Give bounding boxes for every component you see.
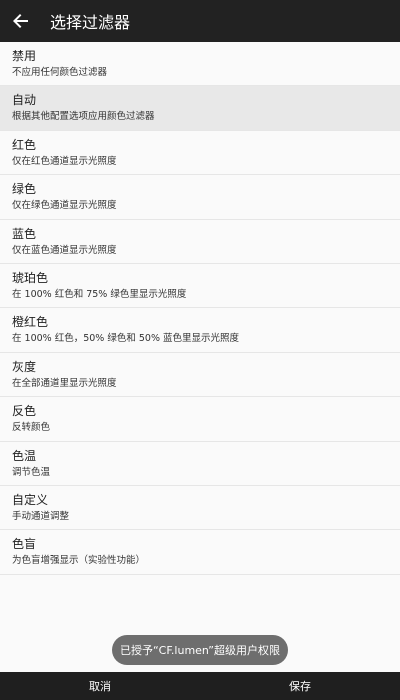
- filter-title: 灰度: [12, 359, 37, 374]
- filter-list: 禁用 不应用任何颜色过滤器 自动 根据其他配置选项应用颜色过滤器 红色 仅在红色…: [0, 42, 400, 575]
- filter-subtitle: 在 100% 红色，50% 绿色和 50% 蓝色里显示光照度: [12, 333, 239, 345]
- filter-item-auto[interactable]: 自动 根据其他配置选项应用颜色过滤器: [0, 86, 400, 131]
- filter-title: 色温: [12, 448, 37, 463]
- save-button[interactable]: 保存: [200, 672, 400, 700]
- filter-item-red[interactable]: 红色 仅在红色通道显示光照度: [0, 130, 400, 176]
- filter-title: 绿色: [12, 182, 37, 197]
- filter-item-grayscale[interactable]: 灰度 在全部通道里显示光照度: [0, 352, 400, 398]
- filter-title: 色盲: [12, 537, 37, 552]
- app-bar: 选择过滤器: [0, 0, 400, 42]
- filter-title: 橙红色: [12, 315, 49, 330]
- filter-item-salmon[interactable]: 橙红色 在 100% 红色，50% 绿色和 50% 蓝色里显示光照度: [0, 308, 400, 353]
- filter-item-colorblind[interactable]: 色盲 为色盲增强显示（实验性功能）: [0, 530, 400, 575]
- filter-subtitle: 调节色温: [12, 466, 51, 478]
- filter-title: 红色: [12, 137, 37, 152]
- filter-subtitle: 在全部通道里显示光照度: [12, 377, 117, 389]
- filter-subtitle: 反转颜色: [12, 422, 51, 434]
- filter-subtitle: 手动通道调整: [12, 510, 70, 522]
- filter-subtitle: 根据其他配置选项应用颜色过滤器: [12, 111, 155, 123]
- filter-subtitle: 仅在红色通道显示光照度: [12, 155, 117, 167]
- filter-title: 蓝色: [12, 226, 37, 241]
- filter-subtitle: 仅在蓝色通道显示光照度: [12, 244, 117, 256]
- toast-message: 已授予“CF.lumen”超级用户权限: [112, 635, 288, 665]
- filter-title: 自动: [12, 93, 37, 108]
- cancel-button[interactable]: 取消: [0, 672, 200, 700]
- filter-subtitle: 不应用任何颜色过滤器: [12, 67, 108, 78]
- filter-subtitle: 仅在绿色通道显示光照度: [12, 200, 117, 212]
- filter-item-invert[interactable]: 反色 反转颜色: [0, 397, 400, 442]
- filter-subtitle: 为色盲增强显示（实验性功能）: [12, 555, 146, 567]
- back-button[interactable]: [0, 0, 42, 42]
- filter-item-disable[interactable]: 禁用 不应用任何颜色过滤器: [0, 42, 400, 87]
- page-title: 选择过滤器: [50, 13, 131, 32]
- filter-title: 反色: [12, 404, 37, 419]
- arrow-left-icon: [13, 14, 28, 28]
- bottom-bar: 取消 保存: [0, 672, 400, 700]
- filter-item-green[interactable]: 绿色 仅在绿色通道显示光照度: [0, 175, 400, 220]
- filter-item-amber[interactable]: 琥珀色 在 100% 红色和 75% 绿色里显示光照度: [0, 263, 400, 309]
- filter-title: 琥珀色: [12, 270, 49, 285]
- filter-item-blue[interactable]: 蓝色 仅在蓝色通道显示光照度: [0, 219, 400, 264]
- filter-title: 禁用: [12, 49, 37, 63]
- filter-item-color-temp[interactable]: 色温 调节色温: [0, 441, 400, 486]
- filter-item-custom[interactable]: 自定义 手动通道调整: [0, 485, 400, 531]
- filter-subtitle: 在 100% 红色和 75% 绿色里显示光照度: [12, 288, 187, 300]
- filter-title: 自定义: [12, 492, 49, 507]
